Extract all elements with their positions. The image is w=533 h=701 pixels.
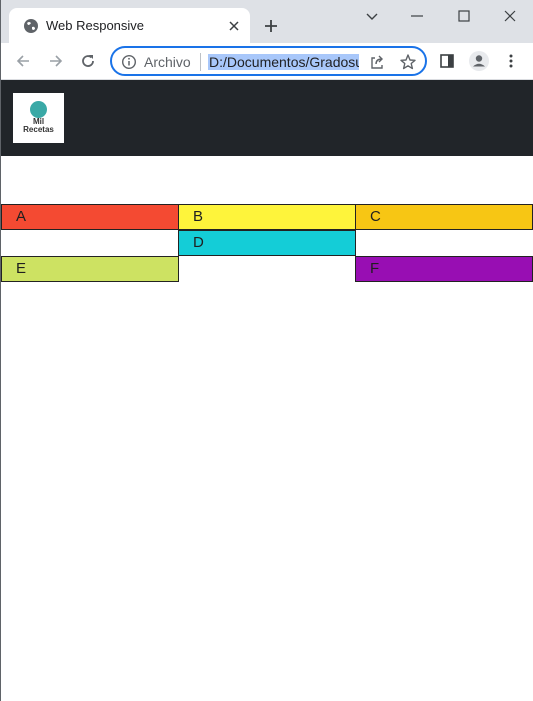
- box-e: E: [1, 256, 179, 282]
- site-navbar: Mil Recetas: [1, 80, 533, 156]
- url-selection: D:/Documentos/Gradosup: [208, 54, 359, 70]
- star-icon[interactable]: [399, 53, 417, 71]
- box-a: A: [1, 204, 179, 230]
- globe-icon: [24, 19, 38, 33]
- address-bar[interactable]: Archivo D:/Documentos/Gradosup: [110, 46, 427, 76]
- page-content: Mil Recetas A B C D E F: [1, 80, 533, 701]
- info-icon[interactable]: [121, 54, 137, 70]
- chevron-down-icon[interactable]: [362, 6, 382, 26]
- share-icon[interactable]: [368, 53, 386, 71]
- site-info-label[interactable]: Archivo: [144, 54, 191, 70]
- tab-web-responsive[interactable]: Web Responsive: [9, 8, 250, 43]
- forward-icon[interactable]: [47, 52, 65, 70]
- box-c: C: [355, 204, 533, 230]
- window-close-icon[interactable]: [500, 6, 520, 26]
- logo-text: Mil Recetas: [13, 118, 64, 134]
- tab-strip: Web Responsive: [1, 0, 533, 43]
- omnibox-divider: [200, 53, 201, 71]
- box-b: B: [178, 204, 356, 230]
- site-logo[interactable]: Mil Recetas: [13, 93, 64, 143]
- browser-window: Web Responsive Archivo D:/Documentos/Gra…: [0, 0, 533, 701]
- logo-line-2: Recetas: [23, 125, 54, 134]
- side-panel-icon[interactable]: [438, 52, 456, 70]
- close-icon[interactable]: [227, 19, 241, 33]
- box-d: D: [178, 230, 356, 256]
- browser-toolbar: Archivo D:/Documentos/Gradosup: [1, 43, 533, 80]
- chef-hat-icon: [30, 101, 47, 118]
- menu-icon[interactable]: [502, 52, 520, 70]
- back-icon[interactable]: [14, 52, 32, 70]
- reload-icon[interactable]: [79, 52, 97, 70]
- profile-icon[interactable]: [468, 50, 490, 72]
- url-text[interactable]: D:/Documentos/Gradosup: [208, 51, 359, 73]
- new-tab-icon[interactable]: [262, 17, 280, 35]
- box-f: F: [355, 256, 533, 282]
- tab-title: Web Responsive: [46, 18, 145, 33]
- maximize-icon[interactable]: [454, 6, 474, 26]
- minimize-icon[interactable]: [407, 6, 427, 26]
